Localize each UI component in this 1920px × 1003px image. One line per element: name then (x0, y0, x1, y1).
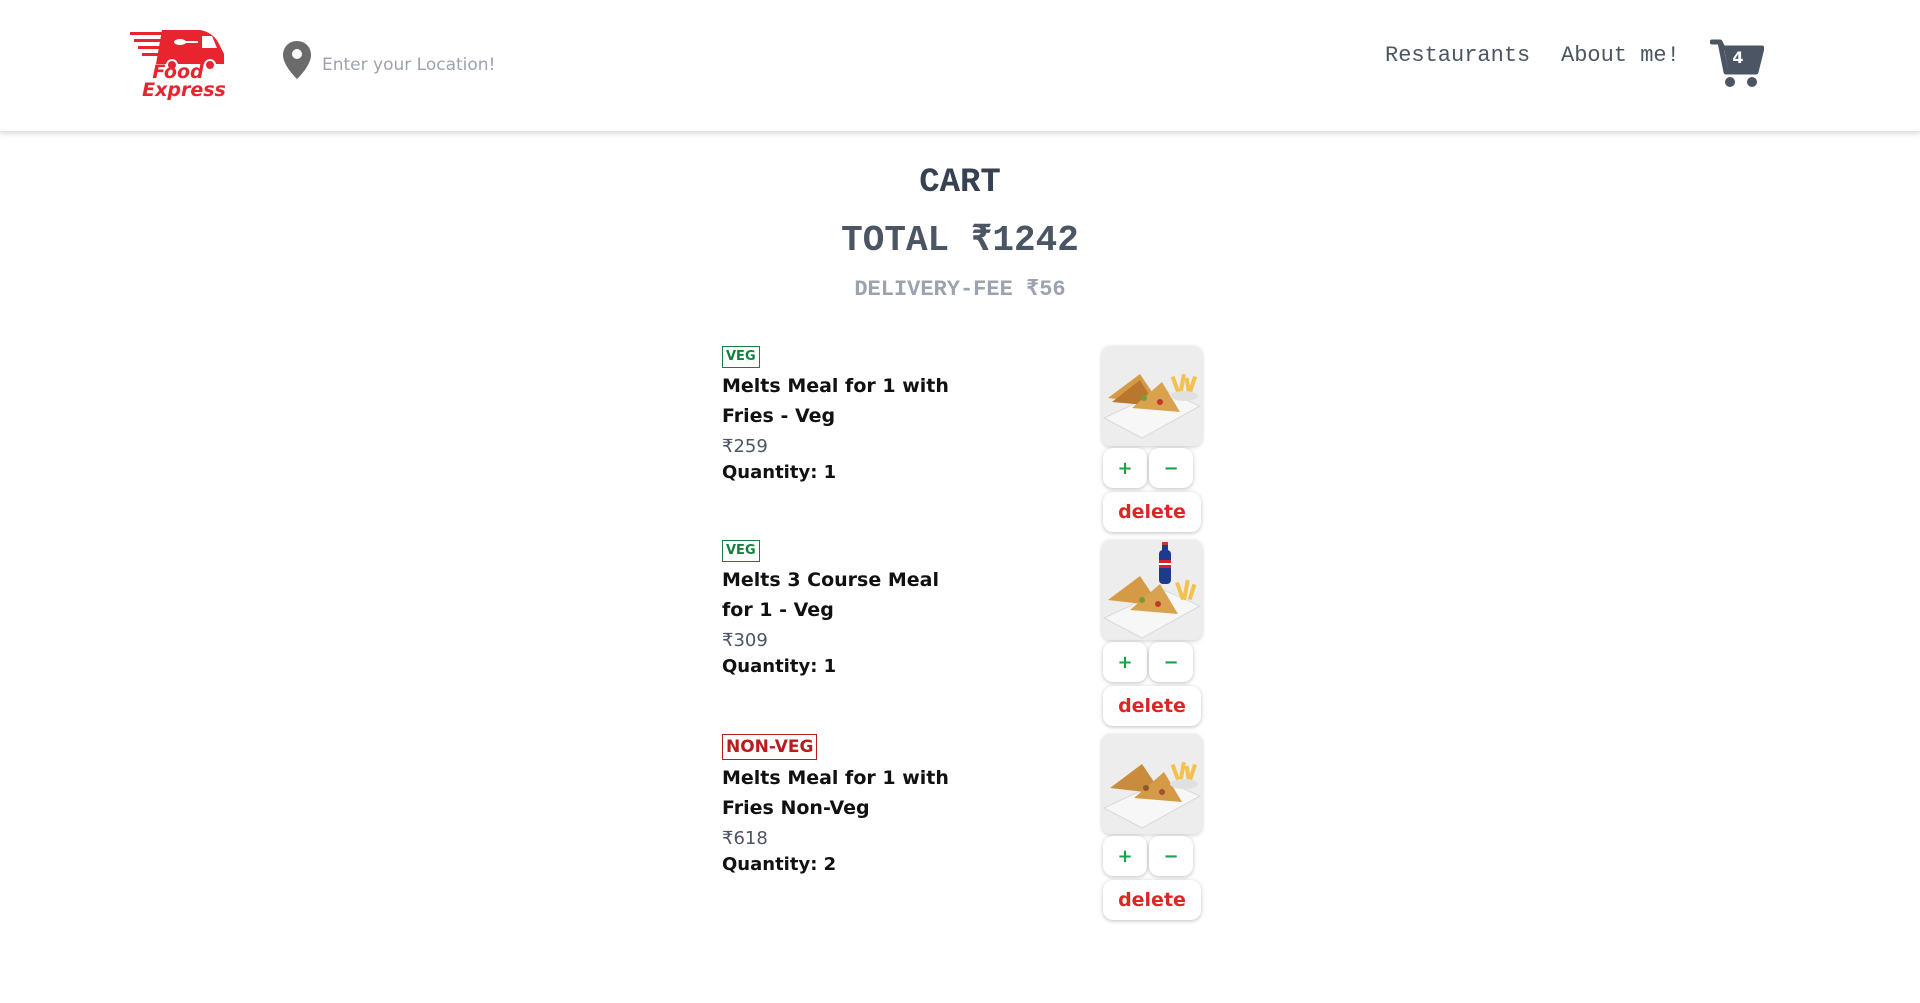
header: Food Express Restaurants About me! 4 (0, 0, 1920, 131)
nav-restaurants-link[interactable]: Restaurants (1385, 43, 1530, 68)
increase-quantity-button[interactable]: + (1103, 642, 1147, 682)
cart-count-badge: 4 (1732, 48, 1744, 67)
cart-total: TOTAL ₹1242 (841, 220, 1079, 261)
cart-delivery-fee: DELIVERY-FEE ₹56 (854, 277, 1066, 302)
cart-item: VEG Melts Meal for 1 with Fries - Veg ₹2… (722, 346, 1204, 536)
item-name: Melts Meal for 1 with Fries - Veg (722, 374, 949, 427)
location-pin-icon (283, 41, 311, 79)
melt-with-fries-and-drink-image (1102, 540, 1202, 640)
item-name: Melts 3 Course Meal for 1 - Veg (722, 568, 939, 621)
cart-item: NON-VEG Melts Meal for 1 with Fries Non-… (722, 734, 1204, 924)
delete-item-button[interactable]: delete (1103, 492, 1201, 532)
veg-badge: VEG (722, 540, 760, 562)
delete-item-button[interactable]: delete (1103, 880, 1201, 920)
cart-item: VEG Melts 3 Course Meal for 1 - Veg ₹309… (722, 540, 1204, 730)
logo-text-express: Express (142, 79, 226, 100)
location-input[interactable] (322, 50, 622, 80)
item-price: ₹618 (722, 828, 768, 850)
nav-about-link[interactable]: About me! (1561, 43, 1680, 68)
item-quantity: Quantity: 2 (722, 854, 837, 876)
delete-item-button[interactable]: delete (1103, 686, 1201, 726)
melt-with-fries-image (1102, 734, 1202, 834)
increase-quantity-button[interactable]: + (1103, 448, 1147, 488)
item-price: ₹259 (722, 435, 768, 457)
food-express-logo[interactable]: Food Express (128, 28, 232, 100)
item-price: ₹309 (722, 629, 768, 651)
melt-with-fries-image (1102, 346, 1202, 446)
non-veg-badge: NON-VEG (722, 734, 818, 761)
item-quantity: Quantity: 1 (722, 461, 837, 483)
item-name: Melts Meal for 1 with Fries Non-Veg (722, 767, 949, 820)
decrease-quantity-button[interactable]: − (1149, 642, 1193, 682)
cart-item-info: NON-VEG Melts Meal for 1 with Fries Non-… (722, 734, 982, 875)
veg-badge: VEG (722, 346, 760, 368)
item-quantity: Quantity: 1 (722, 655, 837, 677)
cart-title: CART (919, 164, 1001, 202)
cart-item-info: VEG Melts 3 Course Meal for 1 - Veg ₹309… (722, 540, 982, 677)
cart-item-info: VEG Melts Meal for 1 with Fries - Veg ₹2… (722, 346, 982, 483)
increase-quantity-button[interactable]: + (1103, 836, 1147, 876)
decrease-quantity-button[interactable]: − (1149, 836, 1193, 876)
decrease-quantity-button[interactable]: − (1149, 448, 1193, 488)
